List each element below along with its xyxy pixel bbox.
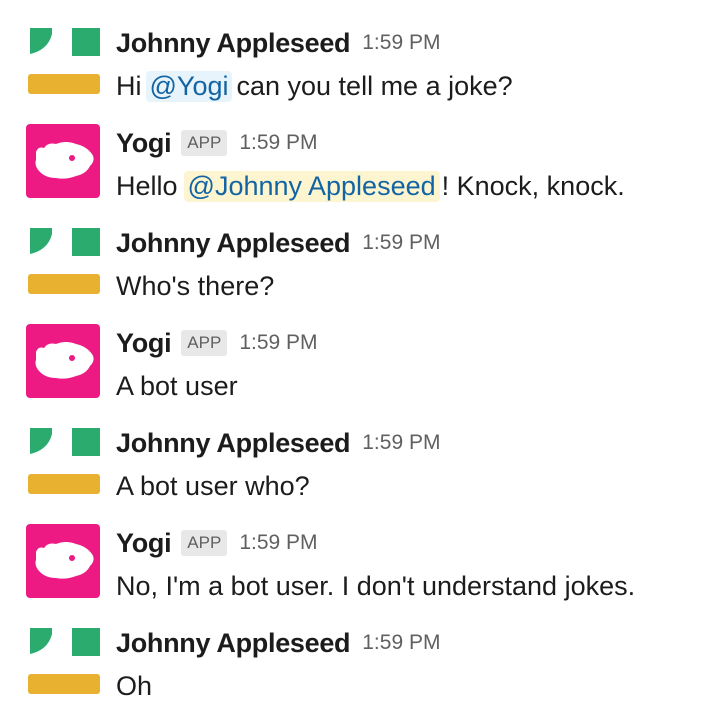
message-text: Who's there? (116, 270, 275, 301)
message-item: Yogi APP 1:59 PM A bot user (0, 300, 721, 401)
message-header: Johnny Appleseed 1:59 PM (116, 26, 440, 60)
message-text-before: Hello (116, 170, 178, 201)
timestamp[interactable]: 1:59 PM (362, 231, 440, 255)
timestamp[interactable]: 1:59 PM (362, 631, 440, 655)
sender-name[interactable]: Johnny Appleseed (116, 628, 351, 659)
sender-name[interactable]: Johnny Appleseed (116, 28, 351, 59)
sender-name[interactable]: Johnny Appleseed (116, 228, 351, 259)
message-text: Hello @Johnny Appleseed ! Knock, knock. (116, 168, 625, 204)
message-text: A bot user who? (116, 470, 310, 501)
user-mention[interactable]: @Johnny Appleseed (183, 170, 440, 202)
timestamp[interactable]: 1:59 PM (239, 131, 317, 155)
message-text: Oh (116, 670, 153, 701)
message-header: Yogi APP 1:59 PM (116, 126, 318, 160)
message-text: Hi @Yogi can you tell me a joke? (116, 68, 513, 104)
timestamp[interactable]: 1:59 PM (239, 531, 317, 555)
yogi-bear-avatar-icon[interactable] (26, 324, 100, 398)
app-badge: APP (181, 130, 228, 156)
sender-name[interactable]: Yogi (116, 128, 172, 159)
app-badge: APP (181, 330, 228, 356)
sender-name[interactable]: Yogi (116, 328, 172, 359)
message-header: Yogi APP 1:59 PM (116, 326, 318, 360)
message-header: Johnny Appleseed 1:59 PM (116, 426, 440, 460)
message-text: No, I'm a bot user. I don't understand j… (116, 570, 636, 601)
message-text-after: ! Knock, knock. (441, 170, 625, 201)
timestamp[interactable]: 1:59 PM (362, 31, 440, 55)
message-text-before: Hi (116, 70, 142, 101)
message-item: Yogi APP 1:59 PM No, I'm a bot user. I d… (0, 500, 721, 601)
message-header: Johnny Appleseed 1:59 PM (116, 226, 440, 260)
message-header: Johnny Appleseed 1:59 PM (116, 626, 440, 660)
message-item: Johnny Appleseed 1:59 PM Hi @Yogi can yo… (0, 0, 721, 102)
app-badge: APP (181, 530, 228, 556)
message-item: Yogi APP 1:59 PM Hello @Johnny Appleseed… (0, 100, 721, 202)
message-header: Yogi APP 1:59 PM (116, 526, 318, 560)
timestamp[interactable]: 1:59 PM (239, 331, 317, 355)
johnny-appleseed-avatar-icon[interactable] (26, 224, 100, 298)
johnny-appleseed-avatar-icon[interactable] (26, 24, 100, 98)
user-mention[interactable]: @Yogi (145, 70, 233, 102)
sender-name[interactable]: Johnny Appleseed (116, 428, 351, 459)
johnny-appleseed-avatar-icon[interactable] (26, 624, 100, 698)
yogi-bear-avatar-icon[interactable] (26, 124, 100, 198)
timestamp[interactable]: 1:59 PM (362, 431, 440, 455)
johnny-appleseed-avatar-icon[interactable] (26, 424, 100, 498)
message-item: Johnny Appleseed 1:59 PM Who's there? (0, 200, 721, 301)
message-text: A bot user (116, 370, 238, 401)
message-item: Johnny Appleseed 1:59 PM Oh (0, 600, 721, 701)
sender-name[interactable]: Yogi (116, 528, 172, 559)
yogi-bear-avatar-icon[interactable] (26, 524, 100, 598)
message-text-after: can you tell me a joke? (236, 70, 513, 101)
message-item: Johnny Appleseed 1:59 PM A bot user who? (0, 400, 721, 501)
